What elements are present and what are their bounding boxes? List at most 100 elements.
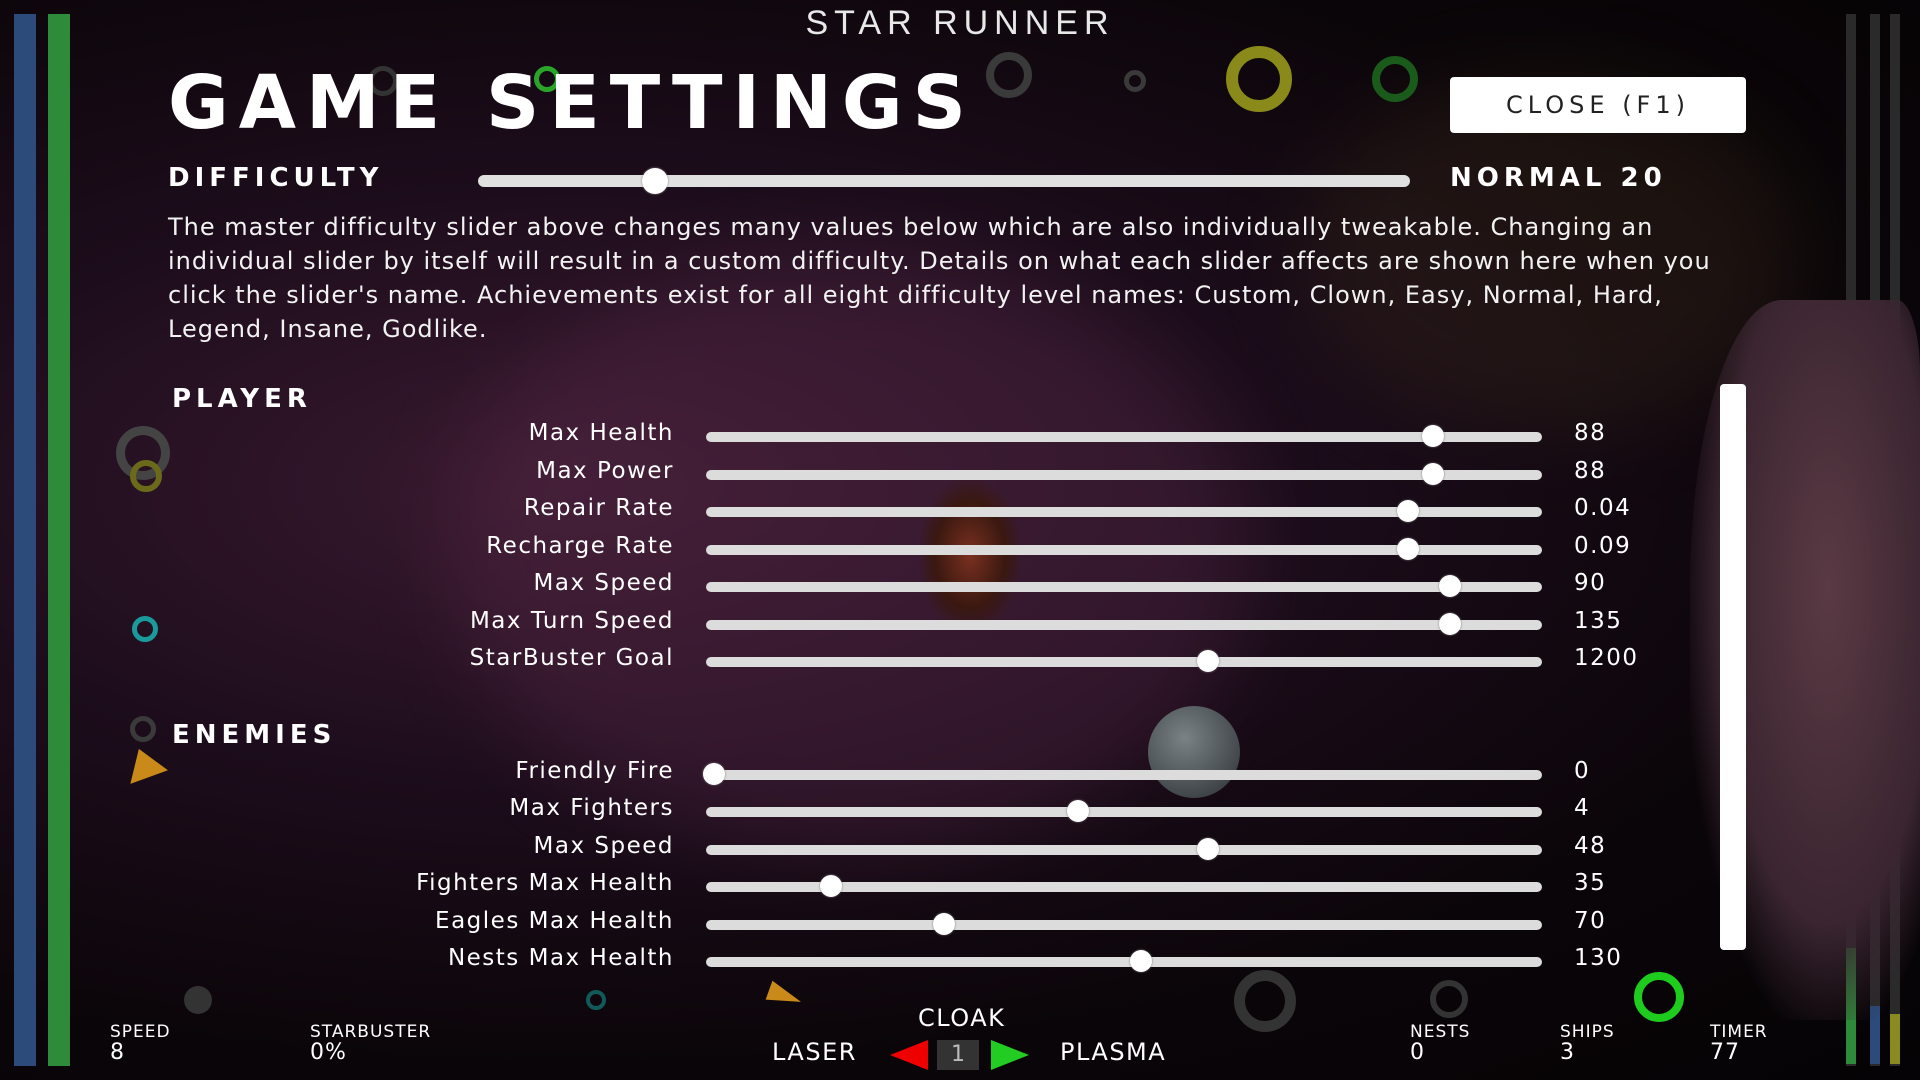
nests-value: 0 [1410,1040,1425,1065]
ships-label: SHIPS [1560,1022,1615,1042]
enemies-slider-label[interactable]: Max Speed [534,833,674,859]
enemies-slider-knob[interactable] [820,875,843,898]
player-slider-label[interactable]: StarBuster Goal [470,645,674,671]
player-slider-knob[interactable] [1196,650,1219,672]
player-slider-track[interactable] [706,425,1542,447]
player-slider-label[interactable]: Max Health [529,420,674,446]
ring-green [1372,56,1418,102]
player-slider-value: 1200 [1574,645,1639,671]
enemies-slider-label[interactable]: Eagles Max Health [435,908,674,934]
enemy-ship-icon-2 [765,980,805,1012]
laser-label: LASER [772,1038,857,1066]
player-slider-knob[interactable] [1439,612,1462,635]
right-yellow-bar [1890,1014,1900,1064]
ring-bottom-1 [1234,970,1296,1032]
settings-scrollbar[interactable] [1720,384,1746,950]
player-slider-track[interactable] [706,575,1542,597]
enemies-slider-track[interactable] [706,912,1542,935]
enemies-slider-track[interactable] [706,950,1542,972]
player-slider-row: StarBuster Goal 1200 [0,645,1750,679]
difficulty-label[interactable]: DIFFICULTY [168,163,383,193]
arrow-right-icon[interactable] [991,1040,1029,1070]
enemies-slider-knob[interactable] [933,912,956,935]
player-slider-value: 0.04 [1574,495,1632,521]
starbuster-value: 0% [310,1040,347,1065]
player-slider-knob[interactable] [1397,537,1420,560]
enemies-slider-knob[interactable] [1196,837,1219,860]
timer-label: TIMER [1710,1022,1768,1042]
nests-label: NESTS [1410,1022,1471,1042]
enemies-slider-row: Nests Max Health 130 [0,945,1750,979]
arrow-left-icon[interactable] [890,1040,928,1070]
enemies-slider-knob[interactable] [1067,800,1090,823]
difficulty-description: The master difficulty slider above chang… [168,213,1711,343]
ring-bottom-2 [1430,980,1468,1018]
player-slider-row: Max Turn Speed 135 [0,608,1750,642]
enemies-slider-value: 70 [1574,907,1607,934]
player-slider-row: Max Power 88 [0,458,1750,492]
player-slider-label[interactable]: Repair Rate [524,495,674,521]
enemies-slider-knob[interactable] [1129,950,1152,972]
player-slider-row: Max Speed 90 [0,570,1750,604]
enemies-slider-label[interactable]: Nests Max Health [448,945,674,971]
player-slider-label[interactable]: Max Turn Speed [470,608,674,634]
enemies-slider-track[interactable] [703,763,1542,785]
enemies-slider-knob[interactable] [703,763,726,785]
ships-value: 3 [1560,1040,1575,1065]
player-slider-knob[interactable] [1422,425,1445,447]
enemies-slider-track[interactable] [706,875,1542,898]
player-slider-label[interactable]: Recharge Rate [486,533,674,559]
player-slider-knob[interactable] [1422,462,1445,485]
enemies-slider-value: 48 [1574,832,1607,859]
difficulty-slider-knob[interactable] [642,168,669,194]
player-slider-row: Repair Rate 0.04 [0,495,1750,529]
enemies-slider-row: Friendly Fire 0 [0,758,1750,792]
player-slider-value: 90 [1574,570,1607,596]
speed-value: 8 [110,1040,125,1065]
starbuster-label: STARBUSTER [310,1022,432,1042]
player-section-heading: PLAYER [172,384,312,414]
plasma-label: PLASMA [1060,1038,1167,1066]
player-slider-track[interactable] [706,650,1542,672]
player-slider-track[interactable] [706,500,1542,522]
enemies-slider-row: Eagles Max Health 70 [0,908,1750,942]
player-slider-value: 88 [1574,457,1607,484]
enemies-slider-track[interactable] [706,800,1542,823]
game-title: STAR RUNNER [805,4,1115,42]
ring-bottom-green [1634,972,1684,1022]
enemies-slider-label[interactable]: Fighters Max Health [416,870,674,896]
player-slider-value: 135 [1574,607,1623,634]
enemies-slider-row: Max Speed 48 [0,833,1750,867]
enemies-slider-value: 35 [1574,870,1607,897]
close-button[interactable]: CLOSE (F1) [1450,77,1746,133]
player-slider-track[interactable] [706,612,1542,635]
ring-left-small [130,716,156,742]
player-slider-knob[interactable] [1397,500,1420,522]
page-title: GAME SETTINGS [168,60,976,146]
player-slider-label[interactable]: Max Power [536,458,674,484]
player-slider-value: 0.09 [1574,532,1632,559]
enemies-slider-track[interactable] [706,837,1542,860]
ring-yellow [1226,46,1292,112]
speed-label: SPEED [110,1022,171,1042]
player-slider-row: Max Health 88 [0,420,1750,454]
ring-bottom-teal [586,990,606,1010]
enemies-slider-row: Fighters Max Health 35 [0,870,1750,904]
difficulty-value: NORMAL 20 [1450,163,1667,193]
enemies-slider-label[interactable]: Max Fighters [509,795,674,821]
player-slider-knob[interactable] [1439,575,1462,597]
player-slider-value: 88 [1574,420,1607,446]
enemies-slider-value: 0 [1574,758,1591,784]
difficulty-slider[interactable] [478,175,1410,187]
enemies-slider-value: 130 [1574,945,1623,971]
player-slider-row: Recharge Rate 0.09 [0,533,1750,567]
enemies-slider-label[interactable]: Friendly Fire [515,758,674,784]
enemies-slider-row: Max Fighters 4 [0,795,1750,829]
ring-gray-2 [1124,70,1146,92]
player-slider-track[interactable] [706,537,1542,560]
player-slider-track[interactable] [706,462,1542,485]
player-slider-label[interactable]: Max Speed [534,570,674,596]
weapon-slot: 1 [937,1040,979,1070]
enemies-section-heading: ENEMIES [172,720,337,750]
dot-bottom [184,986,212,1014]
